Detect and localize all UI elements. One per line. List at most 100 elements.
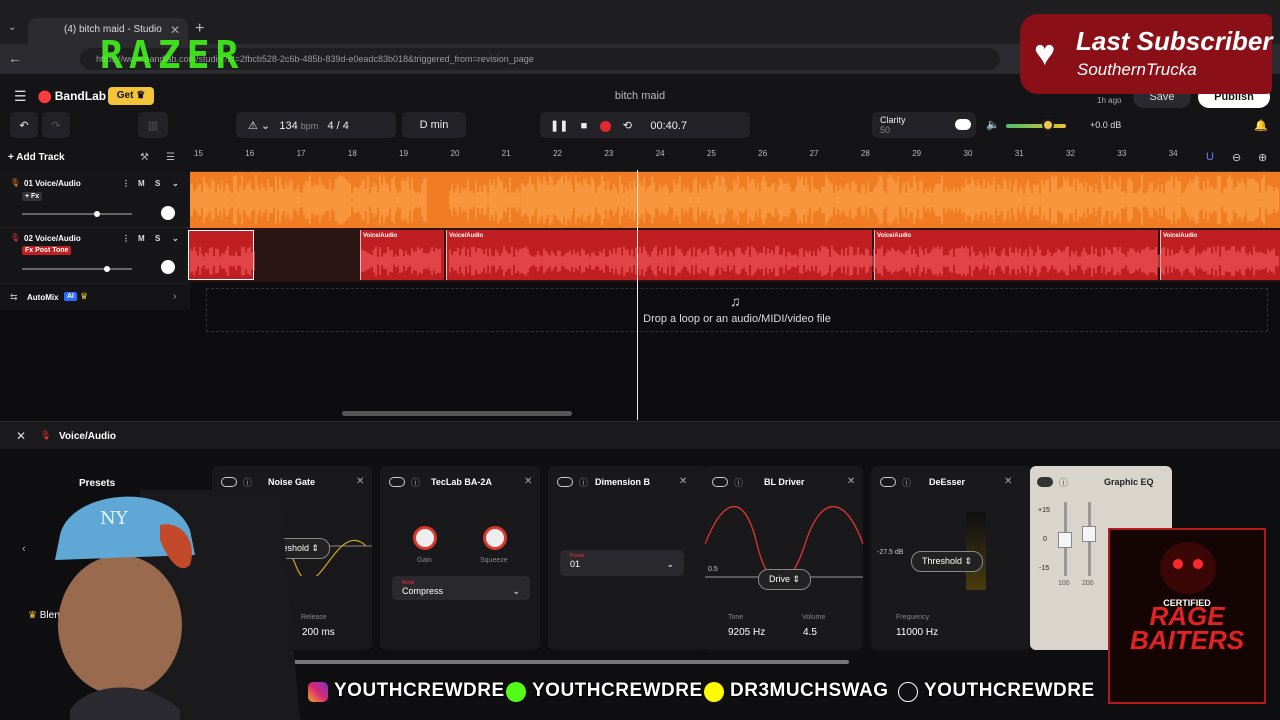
track-2-volume-knob[interactable] (104, 266, 110, 272)
master-db: +0.0 dB (1090, 120, 1122, 130)
project-title[interactable]: bitch maid (560, 90, 720, 102)
automix-label[interactable]: AutoMix (27, 293, 59, 302)
track-1-solo[interactable]: S (155, 179, 160, 188)
key-selector[interactable]: D min (402, 112, 466, 138)
remove-effect-icon[interactable]: ✕ (524, 476, 532, 487)
time-sig-top[interactable]: 4 (327, 120, 333, 132)
teclab-toggle[interactable] (389, 477, 405, 487)
track-2-expand-icon[interactable]: ⌄ (172, 234, 179, 243)
track-2-mute[interactable]: M (138, 234, 145, 243)
wand-icon[interactable]: ⚒ (140, 152, 149, 163)
track-2-pan-knob[interactable] (161, 260, 175, 274)
preset-select[interactable]: Preset 01 ⌄ (560, 550, 684, 576)
get-membership-button[interactable]: Get ♛ (108, 87, 154, 105)
record-icon[interactable] (599, 120, 611, 132)
track-1-mute[interactable]: M (138, 179, 145, 188)
redo-button[interactable]: ↷ (42, 112, 70, 138)
mode-select[interactable]: Mode Compress ⌄ (392, 576, 530, 600)
track-2-fx-button[interactable]: Fx Post Tone (22, 246, 72, 255)
track-1-expand-icon[interactable]: ⌄ (172, 179, 179, 188)
notification-bell-icon[interactable]: 🔔 (1254, 119, 1268, 132)
chevron-right-icon[interactable]: › (173, 291, 176, 302)
info-icon[interactable]: ⓘ (734, 476, 743, 489)
track-2-solo[interactable]: S (155, 234, 160, 243)
release-value[interactable]: 200 ms (302, 627, 335, 638)
info-icon[interactable]: ⓘ (902, 476, 911, 489)
bandlab-logo[interactable]: ⬤ BandLab (38, 89, 106, 103)
hamburger-menu-icon[interactable]: ☰ (14, 88, 27, 105)
track-1-fx-button[interactable]: + Fx (22, 192, 43, 201)
metronome-icon[interactable]: ⚠ (248, 120, 258, 132)
squeeze-knob[interactable] (483, 526, 507, 550)
volume-icon[interactable]: 🔈 (986, 118, 1000, 131)
loop-icon[interactable]: ⟲ (623, 120, 632, 132)
add-track-button[interactable]: + Add Track (8, 152, 65, 163)
track-2-name[interactable]: 02 Voice/Audio (24, 234, 81, 243)
master-volume-knob[interactable] (1042, 119, 1054, 131)
chevron-left-icon[interactable]: ‹ (22, 543, 26, 555)
undo-button[interactable]: ↶ (10, 112, 38, 138)
track-1-volume-knob[interactable] (94, 211, 100, 217)
drive-chip[interactable]: Drive ⇕ (758, 569, 812, 590)
remove-effect-icon[interactable]: ✕ (356, 476, 364, 487)
ruler-tick: 33 (1117, 149, 1127, 158)
timeline-scrollbar[interactable] (342, 411, 572, 416)
playhead[interactable] (637, 170, 638, 420)
info-icon[interactable]: ⓘ (1059, 476, 1068, 489)
chevron-down-icon: ⌄ (666, 559, 674, 569)
ruler-tick: 24 (655, 149, 665, 158)
grid-icon[interactable]: ▥ (138, 112, 168, 138)
gain-knob[interactable] (413, 526, 437, 550)
magnet-icon[interactable]: U (1206, 151, 1214, 163)
ruler-tick: 15 (194, 149, 203, 158)
webcam-overlay: NY (55, 490, 300, 720)
volume-value[interactable]: 4.5 (803, 627, 817, 638)
fx-chain-scrollbar[interactable] (275, 660, 849, 664)
bl-driver-title: BL Driver (764, 477, 805, 487)
eq-band-200-label: 200 (1082, 580, 1094, 587)
instagram-icon (308, 682, 328, 702)
add-track-label: Add Track (16, 152, 65, 163)
remove-effect-icon[interactable]: ✕ (679, 476, 687, 487)
tempo-control[interactable]: ⚠ ⌄ 134 bpm 4 / 4 (236, 112, 396, 138)
clip-label: Voice/Audio (363, 233, 398, 239)
frequency-value[interactable]: 11000 Hz (896, 627, 938, 638)
back-icon[interactable]: ← (8, 50, 22, 66)
time-sig-bottom[interactable]: 4 (343, 120, 349, 132)
eq-band-100-fader[interactable] (1058, 532, 1072, 548)
eq-band-200-fader[interactable] (1082, 526, 1096, 542)
chevron-down-icon: ⌄ (512, 586, 520, 596)
social-instagram: YOUTHCREWDRE (333, 679, 505, 702)
track-1-more-icon[interactable]: ⋮ (122, 179, 130, 188)
track-2-more-icon[interactable]: ⋮ (122, 234, 130, 243)
info-icon[interactable]: ⓘ (411, 476, 420, 489)
zoom-in-icon[interactable]: ⊕ (1258, 151, 1267, 164)
snapchat-icon (704, 682, 724, 702)
eq-toggle[interactable] (1037, 477, 1053, 487)
close-fx-panel-icon[interactable]: ✕ (16, 429, 26, 443)
settings-icon[interactable]: ☰ (166, 152, 175, 163)
dimension-toggle[interactable] (557, 477, 573, 487)
remove-effect-icon[interactable]: ✕ (1004, 476, 1012, 487)
stop-icon[interactable]: ■ (581, 120, 588, 132)
rage-baiters-text: RAGE BAITERS (1129, 601, 1245, 655)
clarity-toggle[interactable] (955, 119, 971, 130)
track-1-name[interactable]: 01 Voice/Audio (24, 179, 81, 188)
track-2-volume-slider[interactable] (22, 268, 132, 270)
tone-value[interactable]: 9205 Hz (728, 627, 765, 638)
track-1-pan-knob[interactable] (161, 206, 175, 220)
zoom-out-icon[interactable]: ⊖ (1232, 151, 1241, 164)
remove-effect-icon[interactable]: ✕ (847, 476, 855, 487)
master-volume-slider[interactable] (1006, 124, 1066, 128)
info-icon[interactable]: ⓘ (579, 476, 588, 489)
bl-driver-toggle[interactable] (712, 477, 728, 487)
track-1-volume-slider[interactable] (22, 213, 132, 215)
tempo-value[interactable]: 134 (279, 120, 297, 132)
tab-menu-icon[interactable]: ⌄ (8, 22, 16, 33)
kick-icon (506, 682, 526, 702)
get-label: Get (116, 90, 134, 101)
deesser-threshold-chip[interactable]: Threshold ⇕ (911, 551, 984, 572)
pause-icon[interactable]: ❚❚ (550, 120, 568, 132)
track-1-lane[interactable] (189, 172, 1280, 228)
deesser-toggle[interactable] (880, 477, 896, 487)
